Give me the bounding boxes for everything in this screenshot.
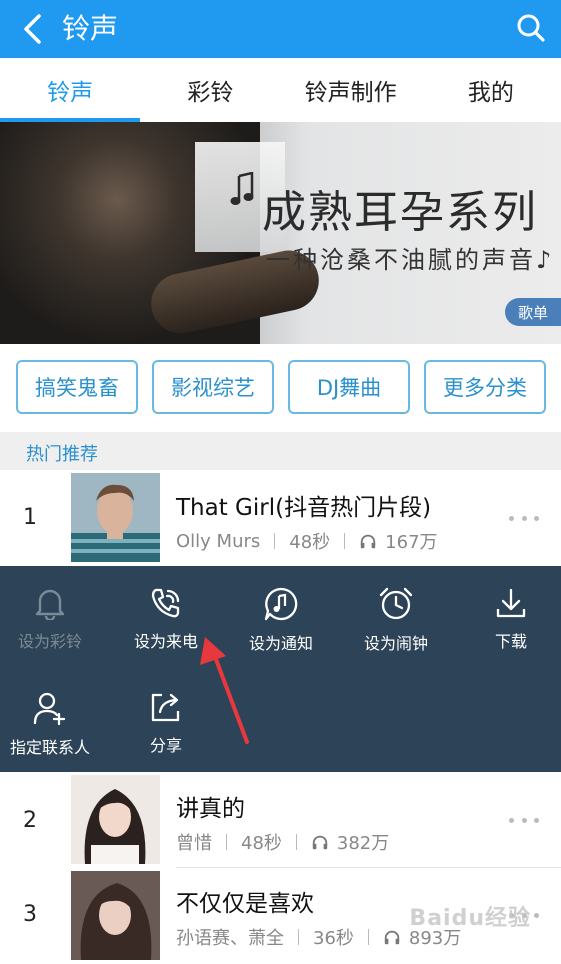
app-header: 铃声 bbox=[0, 0, 561, 58]
category-funny-button[interactable]: 搞笑鬼畜 bbox=[16, 360, 138, 414]
song-plays: 167万 bbox=[385, 532, 438, 553]
song-rank: 3 bbox=[23, 902, 37, 927]
section-header: 热门推荐 bbox=[0, 432, 561, 470]
add-contact-icon bbox=[33, 692, 66, 726]
download-button[interactable]: 下载 bbox=[455, 566, 561, 652]
headphones-icon bbox=[360, 534, 376, 549]
action-label: 设为来电 bbox=[133, 632, 198, 651]
song-row[interactable]: 1 That Girl(抖音热门片段) Olly Murs 48秒 167万 bbox=[0, 470, 561, 566]
headphones-icon bbox=[384, 930, 400, 945]
watermark: Baidu经验 bbox=[409, 906, 531, 931]
action-label: 下载 bbox=[494, 632, 527, 651]
set-notification-button[interactable]: 设为通知 bbox=[225, 566, 337, 653]
tab-ringtone-maker[interactable]: 铃声制作 bbox=[281, 58, 421, 122]
song-cover bbox=[71, 871, 160, 960]
page-title: 铃声 bbox=[62, 12, 119, 45]
song-duration: 48秒 bbox=[241, 833, 282, 854]
alarm-clock-icon bbox=[379, 587, 413, 620]
song-title: 不仅仅是喜欢 bbox=[176, 891, 314, 917]
tab-mine[interactable]: 我的 bbox=[421, 58, 561, 122]
song-action-panel: 设为彩铃 设为来电 设为通知 设为闹钟 下载 指定联系人 分享 bbox=[0, 566, 561, 772]
action-label: 设为通知 bbox=[248, 634, 313, 653]
action-label: 设为彩铃 bbox=[17, 632, 82, 651]
song-cover bbox=[71, 775, 160, 864]
set-incoming-call-button[interactable]: 设为来电 bbox=[110, 566, 222, 652]
song-artist: 孙语赛、萧全 bbox=[176, 928, 284, 949]
tab-bar: 铃声 彩铃 铃声制作 我的 bbox=[0, 58, 561, 122]
song-title: 讲真的 bbox=[176, 796, 245, 822]
section-title: 热门推荐 bbox=[26, 444, 98, 465]
tab-caller-ringback[interactable]: 彩铃 bbox=[140, 58, 280, 122]
action-label: 设为闹钟 bbox=[363, 634, 428, 653]
ringtone-page: 铃声 铃声 彩铃 铃声制作 我的 成熟耳孕系列 一种沧桑不油腻的声音♪ 歌单 搞… bbox=[0, 0, 561, 964]
bell-icon bbox=[35, 589, 65, 620]
share-button[interactable]: 分享 bbox=[110, 670, 222, 756]
assign-contact-button[interactable]: 指定联系人 bbox=[0, 670, 106, 757]
search-icon bbox=[517, 14, 545, 42]
tab-ringtone[interactable]: 铃声 bbox=[0, 58, 141, 122]
category-film-tv-button[interactable]: 影视综艺 bbox=[152, 360, 274, 414]
song-duration: 48秒 bbox=[289, 532, 331, 553]
category-more-button[interactable]: 更多分类 bbox=[424, 360, 546, 414]
action-label: 分享 bbox=[149, 736, 182, 755]
share-icon bbox=[151, 693, 180, 722]
more-options-icon[interactable] bbox=[509, 513, 539, 523]
phone-ring-icon bbox=[151, 588, 180, 618]
set-alarm-button[interactable]: 设为闹钟 bbox=[340, 566, 452, 653]
back-button[interactable] bbox=[12, 9, 52, 49]
category-dj-button[interactable]: DJ舞曲 bbox=[288, 360, 410, 414]
headphones-icon bbox=[312, 835, 328, 850]
song-duration: 36秒 bbox=[313, 928, 354, 949]
song-plays: 382万 bbox=[336, 833, 390, 854]
download-icon bbox=[496, 588, 526, 618]
song-meta: Olly Murs 48秒 167万 bbox=[176, 528, 438, 554]
promo-banner[interactable]: 成熟耳孕系列 一种沧桑不油腻的声音♪ 歌单 bbox=[0, 122, 561, 344]
song-title: That Girl(抖音热门片段) bbox=[176, 495, 432, 521]
song-cover bbox=[71, 473, 160, 562]
chevron-left-icon bbox=[24, 14, 41, 44]
song-rank: 2 bbox=[23, 808, 37, 833]
more-options-icon[interactable] bbox=[509, 815, 539, 825]
song-rank: 1 bbox=[23, 505, 37, 530]
song-artist: 曾惜 bbox=[176, 833, 212, 854]
banner-tag: 歌单 bbox=[505, 298, 561, 326]
banner-subtitle: 一种沧桑不油腻的声音♪ bbox=[266, 246, 555, 274]
banner-title: 成熟耳孕系列 bbox=[262, 187, 538, 238]
music-note-icon bbox=[230, 172, 254, 205]
song-artist: Olly Murs bbox=[176, 530, 261, 552]
song-row[interactable]: 2 讲真的 曾惜 48秒 382万 bbox=[0, 772, 561, 868]
music-bubble-icon bbox=[264, 587, 298, 621]
search-button[interactable] bbox=[511, 8, 551, 48]
song-meta: 曾惜 48秒 382万 bbox=[176, 829, 389, 855]
set-caller-ringback-button[interactable]: 设为彩铃 bbox=[0, 566, 106, 652]
category-buttons: 搞笑鬼畜 影视综艺 DJ舞曲 更多分类 bbox=[16, 360, 546, 414]
action-label: 指定联系人 bbox=[9, 738, 90, 757]
